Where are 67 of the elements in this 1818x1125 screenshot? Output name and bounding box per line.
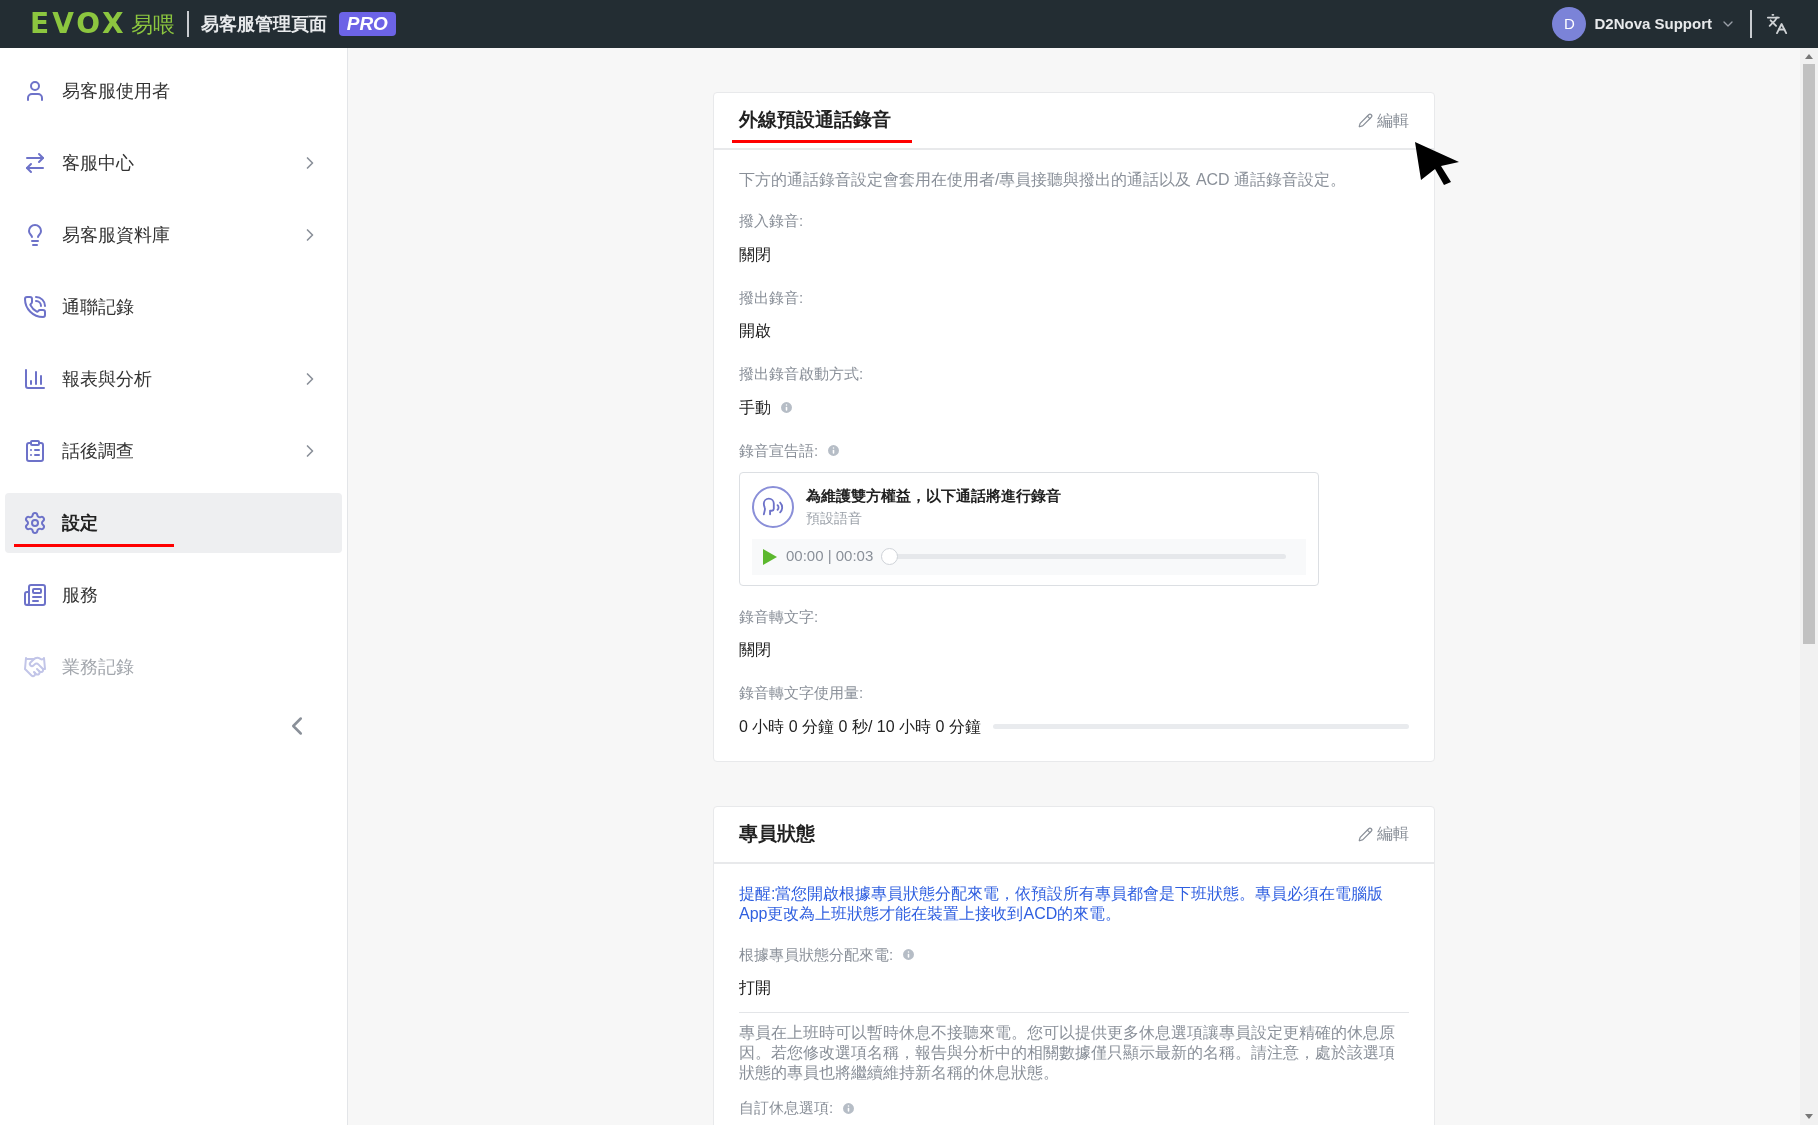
card-description: 下方的通話錄音設定會套用在使用者/專員接聽與撥出的通話以及 ACD 通話錄音設定。 bbox=[739, 170, 1348, 190]
field-value: 關閉 bbox=[739, 640, 771, 660]
sidebar-item[interactable]: 通聯記錄 bbox=[5, 277, 342, 337]
sidebar-item-label: 設定 bbox=[62, 511, 98, 535]
field-label: 自訂休息選項: bbox=[739, 1098, 834, 1118]
field-label: 錄音轉文字使用量: bbox=[739, 683, 864, 703]
field-value: 打開 bbox=[739, 978, 771, 998]
card-description: 提醒:當您開啟根據專員狀態分配來電，依預設所有專員都會是下班狀態。專員必須在電腦版App更改為上班狀態才能在裝置上接收到ACD的來電。 bbox=[739, 883, 1385, 924]
sidebar-item-label: 業務記錄 bbox=[62, 655, 134, 679]
settings-icon bbox=[23, 511, 47, 535]
info-icon[interactable] bbox=[841, 1100, 857, 1116]
user-menu[interactable]: D D2Nova Support bbox=[1552, 7, 1736, 41]
field-label: 撥出錄音: bbox=[739, 287, 804, 308]
sidebar-item-label: 易客服使用者 bbox=[62, 79, 170, 103]
bar-chart-icon bbox=[23, 367, 47, 391]
sidebar-item-label: 通聯記錄 bbox=[62, 295, 134, 319]
card-title: 外線預設通話錄音 bbox=[739, 108, 891, 133]
field-value: 0 小時 0 分鐘 0 秒/ 10 小時 0 分鐘 bbox=[739, 716, 981, 737]
scrollbar[interactable] bbox=[1800, 48, 1818, 1125]
logo: EVOX bbox=[30, 6, 127, 42]
user-name: D2Nova Support bbox=[1594, 13, 1712, 34]
sidebar-item[interactable]: 易客服使用者 bbox=[5, 61, 342, 121]
field-value: 手動 bbox=[739, 397, 771, 418]
phone-icon bbox=[23, 295, 47, 319]
scroll-down-icon[interactable] bbox=[1804, 1113, 1814, 1121]
info-icon[interactable] bbox=[779, 400, 794, 415]
field-label: 錄音宣告語: bbox=[739, 440, 819, 461]
scroll-up-icon[interactable] bbox=[1804, 52, 1814, 60]
pro-badge: PRO bbox=[338, 12, 396, 36]
sidebar-item-label: 服務 bbox=[62, 583, 98, 607]
app-title: 易客服管理頁面 bbox=[200, 12, 327, 36]
sidebar-item[interactable]: 話後調查 bbox=[5, 421, 342, 481]
clipboard-icon bbox=[23, 439, 47, 463]
translate-icon[interactable] bbox=[1766, 13, 1788, 35]
play-icon[interactable] bbox=[762, 547, 778, 566]
field-value: 關閉 bbox=[739, 244, 771, 265]
speaking-person-icon bbox=[752, 485, 794, 528]
announcement-subtitle: 預設語音 bbox=[806, 508, 863, 528]
sidebar-item[interactable]: 易客服資料庫 bbox=[5, 205, 342, 265]
field-label: 撥入錄音: bbox=[739, 211, 804, 231]
mouse-cursor-icon bbox=[1413, 140, 1461, 186]
sidebar-item-label: 話後調查 bbox=[62, 439, 134, 463]
field-label: 撥出錄音啟動方式: bbox=[739, 364, 864, 384]
audio-track[interactable] bbox=[881, 548, 1286, 565]
sidebar-item-label: 客服中心 bbox=[62, 151, 134, 175]
sidebar-item[interactable]: 服務 bbox=[5, 565, 342, 625]
handshake-icon bbox=[23, 655, 47, 679]
sidebar-item[interactable]: 報表與分析 bbox=[5, 349, 342, 409]
user-avatar: D bbox=[1552, 7, 1587, 41]
field-value: 開啟 bbox=[739, 321, 771, 341]
sidebar-item-label: 易客服資料庫 bbox=[62, 223, 170, 247]
pencil-icon bbox=[1358, 113, 1373, 128]
announcement-message: 為維護雙方權益，以下通話將進行錄音 bbox=[806, 486, 1061, 506]
list-icon bbox=[23, 583, 47, 607]
logo-subtitle: 易喂 bbox=[130, 10, 175, 39]
sidebar-item-label: 報表與分析 bbox=[62, 367, 152, 391]
scrollbar-thumb[interactable] bbox=[1803, 64, 1815, 644]
field-label: 根據專員狀態分配來電: bbox=[739, 944, 894, 965]
field-label: 錄音轉文字: bbox=[739, 606, 819, 627]
sidebar-item[interactable]: 設定 bbox=[5, 493, 342, 553]
audio-time: 00:00 | 00:03 bbox=[786, 546, 874, 567]
card-title: 專員狀態 bbox=[739, 821, 815, 846]
info-paragraph: 專員在上班時可以暫時休息不接聽來電。您可以提供更多休息選項讓專員設定更精確的休息原因。若您修改選項名稱，報告與分析中的相關數據僅只顯示最新的名稱。請注意，處於該選項狀態的專員也將繼續維持新名稱的休息狀態。 bbox=[739, 1023, 1396, 1083]
pencil-icon bbox=[1358, 826, 1373, 842]
sidebar-item[interactable]: 客服中心 bbox=[5, 133, 342, 193]
info-icon[interactable] bbox=[826, 443, 842, 459]
info-icon[interactable] bbox=[901, 947, 917, 963]
